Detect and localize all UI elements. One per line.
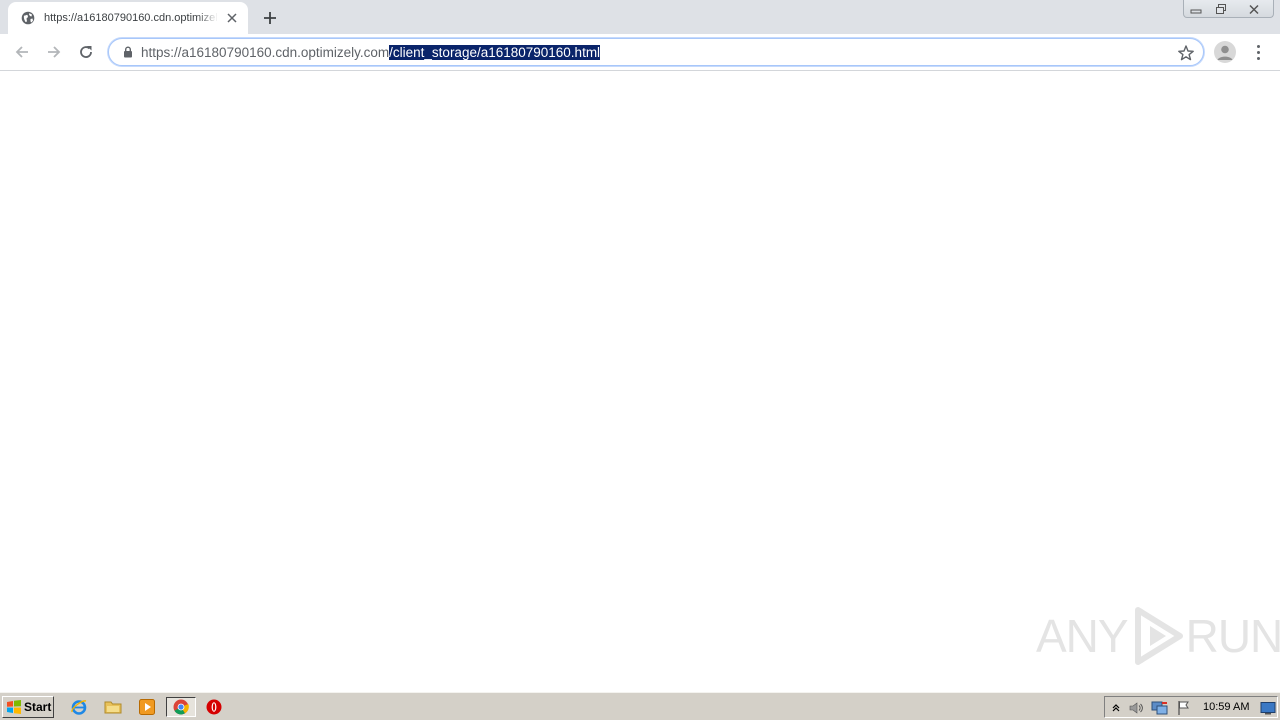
url-path-selected: /client_storage/a16180790160.html <box>389 45 601 60</box>
tab-strip: https://a16180790160.cdn.optimizely.com/… <box>0 0 1280 34</box>
reload-button[interactable] <box>72 38 100 66</box>
start-button[interactable]: Start <box>2 696 54 718</box>
page-content <box>0 72 1280 692</box>
plus-icon <box>264 12 276 24</box>
watermark-logo: ANY RUN <box>1036 606 1280 666</box>
folder-icon[interactable] <box>102 697 124 717</box>
avatar-icon <box>1217 45 1233 60</box>
browser-toolbar: https://a16180790160.cdn.optimizely.com/… <box>0 34 1280 71</box>
watermark-left-text: ANY <box>1036 610 1129 662</box>
show-hidden-icons-button[interactable] <box>1107 699 1125 717</box>
start-label: Start <box>24 700 52 714</box>
close-icon <box>1249 4 1259 14</box>
network-icon[interactable] <box>1151 699 1169 717</box>
minimize-button[interactable] <box>1183 0 1209 18</box>
minimize-icon <box>1190 9 1202 14</box>
taskbar-clock[interactable]: 10:59 AM <box>1203 701 1249 713</box>
system-tray: 10:59 AM <box>1104 696 1278 718</box>
forward-button[interactable] <box>40 38 68 66</box>
browser-tab[interactable]: https://a16180790160.cdn.optimizely.com/… <box>8 2 248 34</box>
arrow-right-icon <box>48 46 61 58</box>
restore-icon <box>1216 4 1226 14</box>
tab-title: https://a16180790160.cdn.optimizely.com/… <box>44 12 218 24</box>
back-button[interactable] <box>8 38 36 66</box>
globe-icon <box>20 10 36 26</box>
screen: https://a16180790160.cdn.optimizely.com/… <box>0 0 1280 720</box>
windows-logo-icon <box>7 700 21 714</box>
play-icon <box>1134 607 1183 665</box>
volume-icon[interactable] <box>1127 699 1145 717</box>
new-tab-button[interactable] <box>258 6 282 30</box>
star-icon[interactable] <box>1177 44 1195 62</box>
address-bar[interactable]: https://a16180790160.cdn.optimizely.com/… <box>108 38 1204 66</box>
taskbar: Start 10:59 AM <box>0 692 1280 720</box>
watermark-right-text: RUN <box>1185 610 1280 662</box>
profile-avatar[interactable] <box>1214 41 1236 63</box>
restore-button[interactable] <box>1209 0 1233 18</box>
show-desktop-button[interactable] <box>1259 699 1277 717</box>
close-icon[interactable] <box>224 10 240 26</box>
reload-icon <box>80 46 92 58</box>
chrome-icon <box>173 699 189 715</box>
opera-icon[interactable] <box>203 697 225 717</box>
url-host: https://a16180790160.cdn.optimizely.com <box>141 45 390 60</box>
media-player-icon[interactable] <box>136 697 158 717</box>
chevron-up-icon <box>1112 704 1120 712</box>
arrow-left-icon <box>15 46 28 58</box>
lock-icon[interactable] <box>121 45 135 59</box>
chrome-taskbar-button[interactable] <box>166 697 196 717</box>
kebab-menu-button[interactable] <box>1248 42 1268 62</box>
url-text[interactable]: https://a16180790160.cdn.optimizely.com/… <box>141 45 601 60</box>
action-center-flag-icon[interactable] <box>1175 699 1193 717</box>
monitor-icon <box>1260 702 1276 715</box>
window-close-button[interactable] <box>1234 0 1274 18</box>
internet-explorer-icon[interactable] <box>68 697 90 717</box>
